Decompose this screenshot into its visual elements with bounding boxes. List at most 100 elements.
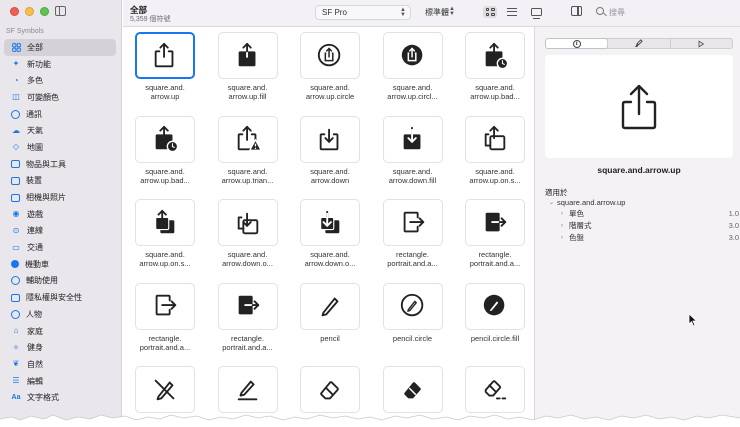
symbol-cell[interactable]: square.and. arrow.up.on.s... [454,111,533,191]
symbol-label: square.and. arrow.up.on.s... [469,166,521,185]
sidebar-item-10[interactable]: ◉ 遊戲 [4,206,116,223]
sidebar-item-1[interactable]: ✦ 新功能 [4,56,116,73]
sidebar-item-6[interactable]: ◇ 地圖 [4,139,116,156]
sidebar-item-13[interactable]: 機動車 [4,256,116,273]
sidebar-item-19[interactable]: ❦ 自然 [4,356,116,373]
symbol-cell[interactable]: pencil.circle [372,278,452,358]
symbol-label: square.and. arrow.up.bad... [140,166,190,185]
sidebar-item-3[interactable]: ◫ 可變顏色 [4,89,116,106]
close-window-button[interactable] [10,7,19,16]
symbol-tile[interactable] [300,115,360,163]
symbol-tile[interactable] [135,282,195,330]
symbol-tile[interactable] [135,199,195,246]
search-input[interactable] [609,6,719,19]
toolbar: 全部 5,359 個符號 SF Pro ▲ ▼ 標準體 ▲ ▼ [123,0,740,27]
symbol-tile[interactable] [465,282,525,330]
symbol-tile[interactable] [217,115,278,163]
symbol-tile[interactable] [300,32,360,79]
symbol-tile[interactable] [382,32,443,79]
paintbrush-tab[interactable] [607,39,669,48]
sidebar-item-4[interactable]: 通訊 [4,106,116,123]
symbol-cell[interactable]: square.and. arrow.up.trian... [207,111,287,191]
symbol-cell[interactable]: square.and. arrow.up.bad... [454,27,533,107]
symbol-tile[interactable] [300,282,360,330]
symbol-tile[interactable] [217,282,278,330]
mode-version: 3.0 [728,221,739,230]
symbol-tile[interactable] [382,199,443,246]
symbol-tile[interactable] [300,199,360,246]
symbol-tile[interactable] [382,282,443,330]
weight-select-value: 標準體 [425,8,449,17]
square-and-arrow-up-trianglebadge-icon [237,125,262,151]
sidebar-item-20[interactable]: ☰ 編輯 [4,373,116,390]
grid-view-button[interactable] [483,6,497,18]
symbol-cell[interactable]: rectangle. portrait.and.a... [207,278,287,358]
sidebar-item-8[interactable]: 裝置 [4,173,116,190]
symbol-cell[interactable]: square.and. arrow.up.bad... [124,111,204,191]
info-tab[interactable]: i [546,39,608,48]
availability-root[interactable]: ⌄ square.and.arrow.up [549,198,625,207]
availability-mode-row[interactable]: › 色盤 3.0 [561,232,739,243]
symbol-tile[interactable] [217,199,278,246]
sparkle-icon: ✦ [12,59,20,69]
availability-title: 適用於 [545,188,568,197]
availability-mode-row[interactable]: › 單色 1.0 [561,208,739,219]
symbol-cell[interactable]: square.and. arrow.up.circl... [372,27,452,107]
sidebar-item-16[interactable]: 人物 [4,306,116,323]
sidebar-item-21[interactable]: Aa 文字格式 [4,389,116,406]
symbol-cell[interactable]: pencil.circle.fill [454,278,533,358]
sidebar-item-9[interactable]: 相機與照片 [4,189,116,206]
symbol-cell[interactable]: rectangle. portrait.and.a... [124,278,204,358]
sidebar-item-11[interactable]: ⊙ 連線 [4,223,116,240]
symbol-cell[interactable]: rectangle. portrait.and.a... [372,194,452,274]
symbol-tile[interactable] [135,115,195,163]
play-tab[interactable] [669,39,732,48]
symbol-label: rectangle. portrait.and.a... [387,250,438,268]
symbol-label: square.and. arrow.up [145,83,185,101]
sidebar-item-label: 裝置 [26,176,42,186]
symbol-tile[interactable] [465,199,525,246]
symbol-cell[interactable]: rectangle. portrait.and.a... [454,194,533,274]
symbol-label: square.and. arrow.up.circle [305,83,355,101]
sidebar-item-7[interactable]: 物品與工具 [4,156,116,173]
symbol-cell[interactable]: square.and. arrow.up.circle [289,27,369,107]
symbol-cell[interactable]: square.and. arrow.down.o... [289,194,369,274]
sidebar-item-5[interactable]: ☁ 天氣 [4,122,116,139]
symbol-cell[interactable]: square.and. arrow.up.fill [207,27,287,107]
sidebar-item-0[interactable]: 全部 [4,39,116,56]
zoom-window-button[interactable] [40,7,49,16]
inspector-toggle-icon[interactable] [571,6,582,16]
symbol-tile[interactable] [135,32,195,79]
square-and-arrow-up-badge-clock-icon [155,125,179,153]
sidebar-item-12[interactable]: ▭ 交通 [4,239,116,256]
sidebar-item-2[interactable]: ◔ 多色 [4,72,116,89]
symbol-tile[interactable] [382,115,443,163]
sidebar-item-14[interactable]: 輔助使用 [4,273,116,290]
font-select[interactable]: SF Pro ▲ ▼ [315,5,411,20]
square-and-arrow-up-icon [154,42,174,67]
sidebar-item-17[interactable]: ⌂ 家庭 [4,323,116,340]
torn-edge [0,414,740,427]
sidebar-item-18[interactable]: ✧ 健身 [4,339,116,356]
minimize-window-button[interactable] [25,7,34,16]
info-icon: i [572,39,581,48]
sidebar-item-15[interactable]: 隱私權與安全性 [4,289,116,306]
symbol-cell[interactable]: square.and. arrow.down.o... [207,194,287,274]
weight-select[interactable]: 標準體 ▲ ▼ [419,5,459,20]
sidebar-section-title: SF Symbols [6,28,44,35]
symbol-cell[interactable]: pencil [289,278,369,358]
sidebar-toggle-icon[interactable] [55,6,66,16]
sidebar-item-label: 天氣 [27,126,43,136]
sidebar-item-label: 相機與照片 [26,193,66,203]
availability-mode-row[interactable]: › 階層式 3.0 [561,220,739,231]
inspector-tabs: i [545,38,733,49]
symbol-tile[interactable] [465,32,525,79]
symbol-tile[interactable] [465,115,525,163]
symbol-cell[interactable]: square.and. arrow.down [289,111,369,191]
symbol-cell[interactable]: square.and. arrow.up.on.s... [124,194,204,274]
gallery-view-button[interactable] [529,6,543,19]
symbol-tile[interactable] [217,32,278,79]
symbol-cell[interactable]: square.and. arrow.up [124,27,204,107]
symbol-cell[interactable]: square.and. arrow.down.fill [372,111,452,191]
list-view-button[interactable] [505,6,519,18]
